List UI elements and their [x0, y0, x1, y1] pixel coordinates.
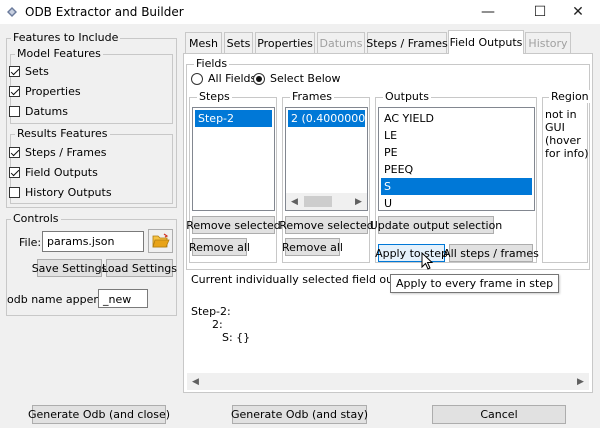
checkbox-box: [9, 106, 20, 117]
sets-checkbox-label: Sets: [25, 65, 49, 78]
scrollbar-thumb[interactable]: [304, 196, 332, 207]
properties-checkbox[interactable]: Properties: [9, 85, 81, 98]
list-item[interactable]: LE: [381, 127, 532, 144]
checkbox-box: [9, 167, 20, 178]
list-item[interactable]: Step-2: [195, 110, 272, 127]
frames-remove-all-button[interactable]: Remove all: [282, 238, 343, 256]
history-outputs-checkbox-label: History Outputs: [25, 186, 112, 199]
browse-file-button[interactable]: [148, 229, 173, 253]
select-below-radio-label: Select Below: [270, 72, 341, 85]
scroll-right-icon[interactable]: ▶: [350, 193, 367, 210]
frames-remove-selected-button[interactable]: Remove selected: [279, 216, 374, 234]
file-label: File:: [19, 236, 42, 249]
current-selection-output: S: {}: [222, 331, 251, 344]
frames-legend: Frames: [290, 90, 335, 103]
abaqus-logo-icon: [7, 7, 17, 17]
all-steps-frames-button[interactable]: All steps / frames: [443, 244, 539, 262]
list-item[interactable]: S: [381, 178, 532, 195]
scroll-left-icon[interactable]: ◀: [286, 193, 303, 210]
current-selection-step: Step-2:: [191, 305, 231, 318]
steps-remove-selected-button[interactable]: Remove selected: [186, 216, 281, 234]
scroll-left-icon[interactable]: ◀: [187, 373, 204, 390]
field-outputs-checkbox[interactable]: Field Outputs: [9, 166, 98, 179]
minimize-button[interactable]: —: [466, 0, 510, 24]
cancel-button[interactable]: Cancel: [432, 405, 566, 424]
steps-listbox[interactable]: Step-2: [192, 107, 275, 211]
checkbox-box: [9, 187, 20, 198]
steps-legend: Steps: [197, 90, 232, 103]
features-legend: Features to Include: [11, 31, 121, 44]
results-features-legend: Results Features: [15, 127, 110, 140]
tab-sets[interactable]: Sets: [224, 32, 253, 54]
controls-legend: Controls: [11, 212, 61, 225]
current-selection-frame: 2:: [212, 318, 223, 331]
radio-circle: [191, 72, 203, 85]
list-item[interactable]: 2 (0.4000000059: [288, 110, 365, 127]
outputs-legend: Outputs: [383, 90, 431, 103]
apply-to-step-tooltip: Apply to every frame in step: [390, 274, 560, 293]
scroll-right-icon[interactable]: ▶: [572, 373, 589, 390]
steps-frames-checkbox-label: Steps / Frames: [25, 146, 107, 159]
file-input[interactable]: params.json: [42, 231, 144, 252]
tab-steps-frames[interactable]: Steps / Frames: [366, 32, 448, 54]
checkbox-box: [9, 66, 20, 77]
tab-datums[interactable]: Datums: [317, 32, 365, 54]
checkbox-box: [9, 147, 20, 158]
generate-odb-close-button[interactable]: Generate Odb (and close): [28, 405, 170, 424]
list-item[interactable]: U: [381, 195, 532, 210]
all-fields-radio-label: All Fields: [208, 72, 257, 85]
odb-append-input[interactable]: _new: [98, 289, 148, 308]
datums-checkbox-label: Datums: [25, 105, 68, 118]
tab-properties[interactable]: Properties: [255, 32, 315, 54]
save-settings-button[interactable]: Save Settings: [32, 259, 107, 277]
folder-open-icon: [151, 233, 170, 248]
region-note-line: (hover: [545, 134, 581, 147]
steps-frames-checkbox[interactable]: Steps / Frames: [9, 146, 106, 159]
mouse-pointer-icon: [421, 252, 434, 270]
steps-remove-all-button[interactable]: Remove all: [189, 238, 250, 256]
region-note-line: not in: [545, 108, 577, 121]
list-item[interactable]: PEEQ: [381, 161, 532, 178]
sets-checkbox[interactable]: Sets: [9, 65, 49, 78]
radio-circle: [253, 72, 265, 85]
all-fields-radio[interactable]: All Fields: [191, 72, 256, 85]
append-label: odb name append:: [7, 293, 112, 306]
properties-checkbox-label: Properties: [25, 85, 81, 98]
tab-history[interactable]: History: [525, 32, 571, 54]
window-title: ODB Extractor and Builder: [25, 5, 184, 19]
datums-checkbox[interactable]: Datums: [9, 105, 68, 118]
region-legend: Region: [549, 90, 591, 103]
tab-mesh[interactable]: Mesh: [185, 32, 222, 54]
update-output-selection-button[interactable]: Update output selection: [370, 216, 502, 234]
fields-legend: Fields: [194, 57, 230, 70]
field-outputs-checkbox-label: Field Outputs: [25, 166, 98, 179]
load-settings-button[interactable]: Load Settings: [102, 259, 177, 277]
checkbox-box: [9, 86, 20, 97]
region-note-line: GUI: [545, 121, 565, 134]
history-outputs-checkbox[interactable]: History Outputs: [9, 186, 112, 199]
frames-horizontal-scrollbar[interactable]: ◀ ▶: [286, 193, 367, 210]
frames-listbox[interactable]: 2 (0.4000000059 ◀ ▶: [285, 107, 368, 211]
select-below-radio[interactable]: Select Below: [253, 72, 341, 85]
current-selection-horizontal-scrollbar[interactable]: ◀ ▶: [187, 373, 589, 390]
list-item[interactable]: AC YIELD: [381, 110, 532, 127]
model-features-legend: Model Features: [15, 47, 103, 60]
outputs-listbox[interactable]: AC YIELD LE PE PEEQ S U: [378, 107, 535, 211]
region-note-line: for info): [545, 147, 589, 160]
tab-field-outputs[interactable]: Field Outputs: [448, 30, 524, 54]
list-item[interactable]: PE: [381, 144, 532, 161]
close-button[interactable]: ✕: [556, 0, 600, 24]
generate-odb-stay-button[interactable]: Generate Odb (and stay): [231, 405, 368, 424]
